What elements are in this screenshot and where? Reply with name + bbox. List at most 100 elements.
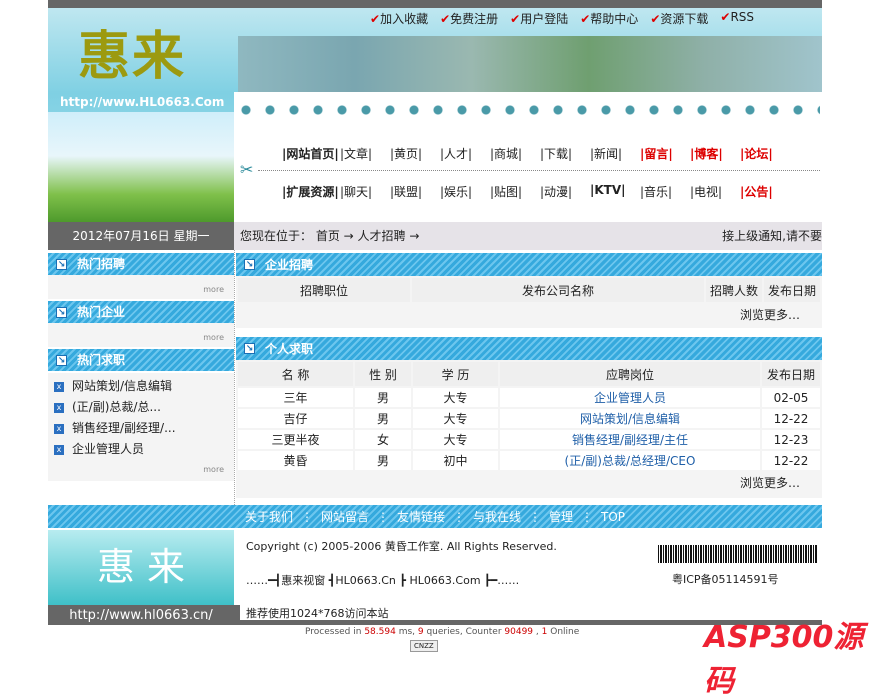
separator: ⋮ bbox=[376, 509, 389, 524]
check-icon: ✔ bbox=[580, 12, 591, 26]
nav-link[interactable]: |博客| bbox=[690, 145, 740, 162]
check-icon: ✔ bbox=[440, 12, 451, 26]
nav-link[interactable]: |商城| bbox=[490, 145, 540, 162]
job-link[interactable]: 网站策划/信息编辑 bbox=[500, 409, 760, 428]
separator: ⋮ bbox=[453, 509, 465, 524]
top-link[interactable]: ✔加入收藏 bbox=[370, 10, 428, 27]
divider bbox=[258, 170, 820, 171]
seeking-item[interactable]: x 企业管理人员 bbox=[54, 439, 234, 460]
top-link[interactable]: ✔免费注册 bbox=[440, 10, 498, 27]
footer-url[interactable]: http://www.hl0663.cn/ bbox=[48, 605, 234, 627]
nav-link[interactable]: |联盟| bbox=[390, 183, 440, 200]
nav-row-2: |扩展资源| |聊天| |联盟| |娱乐| |贴图| |动漫| |KTV| |音乐| |电视| |… bbox=[282, 183, 790, 200]
browse-more-link[interactable]: 浏览更多… bbox=[236, 472, 822, 494]
more-link[interactable]: more bbox=[48, 275, 234, 299]
bullet-icon: x bbox=[54, 444, 64, 455]
arrow-icon: ↘ bbox=[244, 259, 255, 270]
table-cell: 初中 bbox=[413, 451, 498, 470]
column-divider bbox=[234, 250, 235, 505]
stats-text: ms, bbox=[395, 627, 418, 637]
nav-link[interactable]: |下载| bbox=[540, 145, 590, 162]
table-cell: 三年 bbox=[238, 388, 353, 407]
nav-link[interactable]: |KTV| bbox=[590, 183, 640, 200]
nav-link[interactable]: |人才| bbox=[440, 145, 490, 162]
hot-jobs-header: ↘ 热门招聘 bbox=[48, 253, 234, 275]
nav-link[interactable]: |扩展资源| bbox=[282, 183, 340, 200]
table-cell: 大专 bbox=[413, 430, 498, 449]
nav-link[interactable]: |动漫| bbox=[540, 183, 590, 200]
hot-jobs-title: 热门招聘 bbox=[77, 257, 126, 271]
arrow-icon: ↘ bbox=[56, 306, 67, 318]
footer-link[interactable]: 管理 bbox=[549, 508, 573, 525]
table-cell: 12-23 bbox=[762, 430, 820, 449]
site-links[interactable]: ……━┫惠来视窗 ┫HL0663.Cn ┣ HL0663.Com ┣━…… bbox=[246, 572, 519, 588]
top-link-label: 资源下载 bbox=[660, 12, 709, 26]
breadcrumb: 您现在位于： 首页 → 人才招聘 → 接上级通知,请不要 bbox=[234, 222, 822, 250]
col-header: 名 称 bbox=[238, 362, 353, 386]
personal-title: 个人求职 bbox=[265, 341, 314, 356]
nav-link[interactable]: |娱乐| bbox=[440, 183, 490, 200]
seeking-item[interactable]: x 网站策划/信息编辑 bbox=[54, 376, 234, 397]
table-cell: 12-22 bbox=[762, 409, 820, 428]
logo: 惠来 bbox=[78, 27, 187, 87]
more-link[interactable]: more bbox=[48, 462, 234, 478]
nav-link[interactable]: |电视| bbox=[690, 183, 740, 200]
stats-text: queries, Counter bbox=[423, 627, 505, 637]
scissors-icon: ✂ bbox=[240, 160, 254, 179]
table-row: 三年男大专 企业管理人员 02-05 bbox=[238, 388, 820, 407]
top-link[interactable]: ✔用户登陆 bbox=[510, 10, 568, 27]
copyright: Copyright (c) 2005-2006 黄昏工作室. All Right… bbox=[246, 540, 557, 553]
bullet-icon: x bbox=[54, 381, 64, 392]
breadcrumb-text: 您现在位于： 首页 → 人才招聘 → bbox=[240, 229, 420, 243]
table-cell: 男 bbox=[355, 388, 411, 407]
icp-number[interactable]: 粤ICP备05114591号 bbox=[672, 571, 779, 587]
footer-link[interactable]: 与我在线 bbox=[473, 508, 521, 525]
nav-link[interactable]: |新闻| bbox=[590, 145, 640, 162]
check-icon: ✔ bbox=[720, 10, 731, 24]
footer-link[interactable]: 友情链接 bbox=[397, 508, 445, 525]
top-link[interactable]: ✔资源下载 bbox=[650, 10, 708, 27]
arrow-icon: ↘ bbox=[56, 354, 67, 366]
footer-link[interactable]: 关于我们 bbox=[245, 508, 293, 525]
top-link[interactable]: ✔RSS bbox=[720, 10, 754, 27]
top-link-label: 用户登陆 bbox=[520, 12, 569, 26]
nav-link[interactable]: |聊天| bbox=[340, 183, 390, 200]
col-header: 发布日期 bbox=[762, 362, 820, 386]
decorative-rings bbox=[240, 102, 820, 116]
nav-link[interactable]: |公告| bbox=[740, 183, 790, 200]
footer-link[interactable]: 网站留言 bbox=[321, 508, 369, 525]
nav-link[interactable]: |文章| bbox=[340, 145, 390, 162]
personal-panel: 名 称 性 别 学 历 应聘岗位 发布日期 三年男大专 企业管理人员 02-05 吉仔男… bbox=[236, 360, 822, 498]
hot-companies-header: ↘ 热门企业 bbox=[48, 301, 234, 323]
footer-links: 关于我们 ⋮ 网站留言 ⋮ 友情链接 ⋮ 与我在线 ⋮ 管理 ⋮ TOP bbox=[48, 505, 822, 528]
personal-table: 名 称 性 别 学 历 应聘岗位 发布日期 三年男大专 企业管理人员 02-05 吉仔男… bbox=[236, 360, 822, 472]
cnzz-badge[interactable]: CNZZ bbox=[410, 640, 438, 652]
table-cell: 男 bbox=[355, 451, 411, 470]
top-link-label: 免费注册 bbox=[450, 12, 499, 26]
seeking-item[interactable]: x (正/副)总裁/总... bbox=[54, 397, 234, 418]
check-icon: ✔ bbox=[510, 12, 521, 26]
job-link[interactable]: (正/副)总裁/总经理/CEO bbox=[500, 451, 760, 470]
nav-link[interactable]: |音乐| bbox=[640, 183, 690, 200]
nav-link[interactable]: |留言| bbox=[640, 145, 690, 162]
nav-link[interactable]: |论坛| bbox=[740, 145, 790, 162]
notice-marquee: 接上级通知,请不要 bbox=[722, 229, 822, 243]
more-link[interactable]: more bbox=[48, 323, 234, 347]
separator: ⋮ bbox=[300, 509, 313, 524]
nav-link[interactable]: |贴图| bbox=[490, 183, 540, 200]
recommend: 推荐使用1024*768访问本站 bbox=[246, 605, 393, 620]
footer-link[interactable]: TOP bbox=[601, 510, 625, 524]
col-header: 招聘职位 bbox=[238, 278, 410, 302]
separator: ⋮ bbox=[529, 509, 542, 524]
company-header: ↘ 企业招聘 bbox=[236, 253, 822, 276]
seeking-item[interactable]: x 销售经理/副经理/... bbox=[54, 418, 234, 439]
nav-link[interactable]: |网站首页| bbox=[282, 145, 340, 162]
company-table: 招聘职位 发布公司名称 招聘人数 发布日期 bbox=[236, 276, 822, 304]
top-link[interactable]: ✔帮助中心 bbox=[580, 10, 638, 27]
browse-more-link[interactable]: 浏览更多… bbox=[236, 304, 822, 326]
check-icon: ✔ bbox=[650, 12, 661, 26]
col-header: 招聘人数 bbox=[706, 278, 762, 302]
nav-link[interactable]: |黄页| bbox=[390, 145, 440, 162]
job-link[interactable]: 销售经理/副经理/主任 bbox=[500, 430, 760, 449]
job-link[interactable]: 企业管理人员 bbox=[500, 388, 760, 407]
